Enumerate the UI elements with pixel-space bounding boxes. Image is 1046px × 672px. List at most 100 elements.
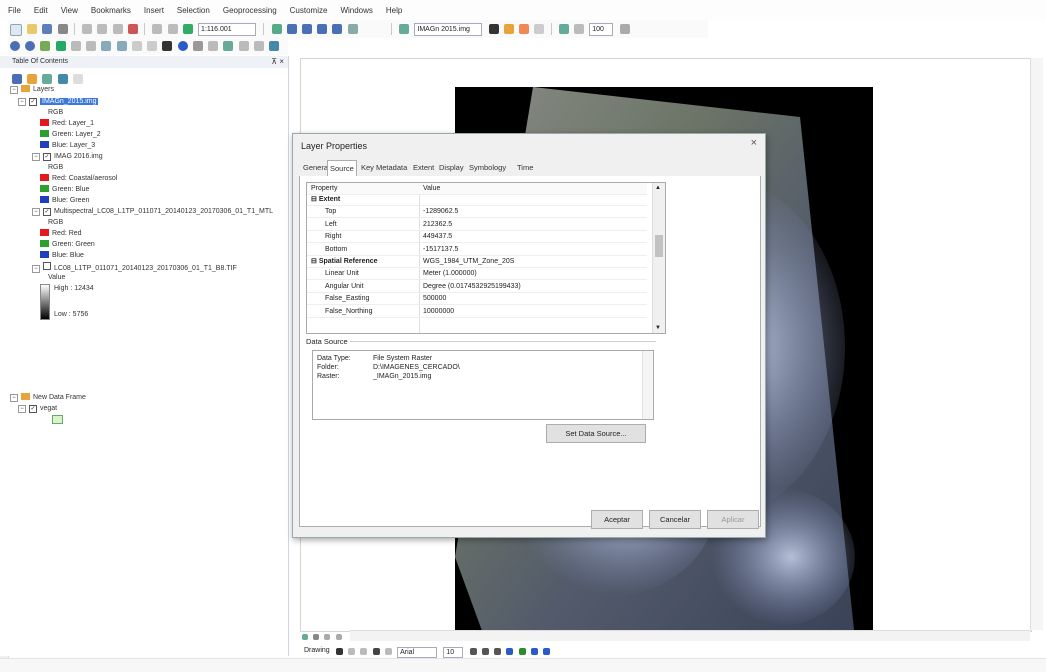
back-icon[interactable]: [101, 41, 112, 51]
new-document-icon[interactable]: [10, 24, 22, 36]
collapse-icon[interactable]: −: [18, 98, 26, 106]
hyperlink-icon[interactable]: [192, 41, 203, 51]
toc-layer[interactable]: − LC08_L1TP_011071_20140123_20170306_01_T…: [32, 262, 237, 273]
toc-layer[interactable]: − ✓ IMAG 2016.img: [32, 152, 103, 161]
menu-view[interactable]: View: [61, 6, 78, 15]
tab-extent[interactable]: Extent: [411, 160, 436, 175]
tab-source[interactable]: Source: [327, 160, 357, 177]
pause-icon[interactable]: [335, 634, 342, 640]
table-icon[interactable]: [286, 24, 297, 34]
add-data-icon[interactable]: [182, 24, 193, 34]
collapse-icon[interactable]: −: [32, 208, 40, 216]
options-icon[interactable]: [619, 24, 630, 34]
measure-icon[interactable]: [238, 41, 249, 51]
data-frame-2[interactable]: − New Data Frame: [10, 393, 86, 402]
redo-icon[interactable]: [167, 24, 178, 34]
layer-name[interactable]: vegat: [40, 405, 57, 412]
zoom-out-icon[interactable]: [25, 41, 36, 51]
find-icon[interactable]: [223, 41, 234, 51]
toc-options-icon[interactable]: [72, 74, 83, 84]
effects-icon[interactable]: [558, 24, 569, 34]
table-row[interactable]: False_Easting 500000: [307, 293, 647, 306]
data-source-box[interactable]: Data Type: File System Raster Folder: D:…: [312, 350, 654, 420]
rectangle-icon[interactable]: [360, 648, 368, 655]
collapse-icon[interactable]: −: [32, 153, 40, 161]
undo-icon[interactable]: [152, 24, 163, 34]
table-row[interactable]: Right 449437.5: [307, 231, 647, 244]
layer-name[interactable]: LC08_L1TP_011071_20140123_20170306_01_T1…: [54, 265, 237, 272]
table-row[interactable]: Top -1289062.5: [307, 206, 647, 219]
layer-name[interactable]: IMAG 2016.img: [54, 153, 103, 160]
save-icon[interactable]: [42, 24, 53, 34]
table-row[interactable]: Bottom -1517137.5: [307, 244, 647, 256]
font-combo[interactable]: Arial: [397, 647, 438, 658]
layer-name[interactable]: IMAGn_2015.img: [40, 98, 99, 105]
menu-edit[interactable]: Edit: [34, 6, 48, 15]
forward-icon[interactable]: [116, 41, 127, 51]
layers-root[interactable]: − Layers: [10, 85, 54, 94]
time-slider-icon[interactable]: [253, 41, 264, 51]
zoom-in-icon[interactable]: [10, 41, 20, 51]
scrollbar-thumb[interactable]: [655, 235, 663, 257]
toc-layer[interactable]: − ✓ vegat: [18, 404, 57, 413]
table-row[interactable]: ⊟ Spatial Reference WGS_1984_UTM_Zone_20S: [307, 256, 647, 268]
table-row[interactable]: Angular Unit Degree (0.0174532925199433): [307, 281, 647, 293]
arctoolbox-icon[interactable]: [332, 24, 343, 34]
menu-selection[interactable]: Selection: [177, 6, 210, 15]
tab-key-metadata[interactable]: Key Metadata: [359, 160, 409, 175]
layer-name[interactable]: Multispectral_LC08_L1TP_011071_20140123_…: [54, 208, 273, 215]
menu-windows[interactable]: Windows: [340, 6, 372, 15]
contrast-icon[interactable]: [488, 24, 499, 34]
identify-icon[interactable]: [177, 41, 188, 51]
font-size-combo[interactable]: 10: [443, 647, 464, 658]
visibility-checkbox[interactable]: ✓: [29, 98, 37, 106]
toc-layer[interactable]: − ✓ IMAGn_2015.img: [18, 97, 99, 106]
menu-help[interactable]: Help: [386, 6, 402, 15]
menu-file[interactable]: File: [8, 6, 21, 15]
underline-icon[interactable]: [494, 648, 502, 655]
select-elements-icon[interactable]: [162, 41, 173, 51]
print-icon[interactable]: [57, 24, 68, 34]
visibility-checkbox[interactable]: ✓: [43, 208, 51, 216]
paste-icon[interactable]: [112, 24, 123, 34]
font-color-icon[interactable]: [506, 648, 514, 655]
map-horizontal-scrollbar[interactable]: [350, 630, 1030, 641]
marker-color-icon[interactable]: [542, 648, 550, 655]
collapse-icon[interactable]: −: [10, 86, 18, 94]
create-viewer-icon[interactable]: [268, 41, 279, 51]
tab-display[interactable]: Display: [437, 160, 466, 175]
fill-color-icon[interactable]: [518, 648, 526, 655]
toc-layer[interactable]: − ✓ Multispectral_LC08_L1TP_011071_2014012…: [32, 207, 273, 216]
select-elements-icon[interactable]: [335, 648, 343, 655]
collapse-icon[interactable]: −: [10, 394, 18, 402]
collapse-icon[interactable]: −: [18, 405, 26, 413]
data-source-scrollbar[interactable]: [642, 351, 653, 419]
italic-icon[interactable]: [481, 648, 489, 655]
property-table-scrollbar[interactable]: ▲ ▼: [652, 183, 665, 333]
fixed-zoom-in-icon[interactable]: [70, 41, 81, 51]
python-icon[interactable]: [347, 24, 358, 34]
collapse-icon[interactable]: −: [32, 265, 40, 273]
close-icon[interactable]: ×: [751, 137, 757, 149]
list-by-selection-icon[interactable]: [57, 74, 68, 84]
collapse-icon[interactable]: ⊟: [311, 258, 319, 265]
list-by-drawing-order-icon[interactable]: [12, 74, 22, 84]
tab-time[interactable]: Time: [515, 160, 535, 175]
scroll-down-icon[interactable]: ▼: [655, 325, 661, 331]
drawing-menu[interactable]: Drawing: [304, 647, 330, 654]
cancel-button[interactable]: Cancelar: [649, 510, 701, 529]
collapse-icon[interactable]: ⊟: [311, 196, 319, 203]
list-by-visibility-icon[interactable]: [42, 74, 53, 84]
open-icon[interactable]: [27, 24, 38, 34]
menu-geoprocessing[interactable]: Geoprocessing: [223, 6, 277, 15]
table-row[interactable]: False_Northing 10000000: [307, 306, 647, 318]
swipe-icon[interactable]: [534, 24, 545, 34]
menu-insert[interactable]: Insert: [144, 6, 164, 15]
visibility-checkbox[interactable]: [43, 262, 51, 270]
scale-combo[interactable]: 1:116.001: [198, 23, 257, 36]
table-row[interactable]: ⊟ Extent: [307, 194, 647, 206]
edit-vertices-icon[interactable]: [384, 648, 392, 655]
brightness-icon[interactable]: [503, 24, 514, 34]
tab-symbology[interactable]: Symbology: [467, 160, 508, 175]
apply-button[interactable]: Aplicar: [707, 510, 759, 529]
